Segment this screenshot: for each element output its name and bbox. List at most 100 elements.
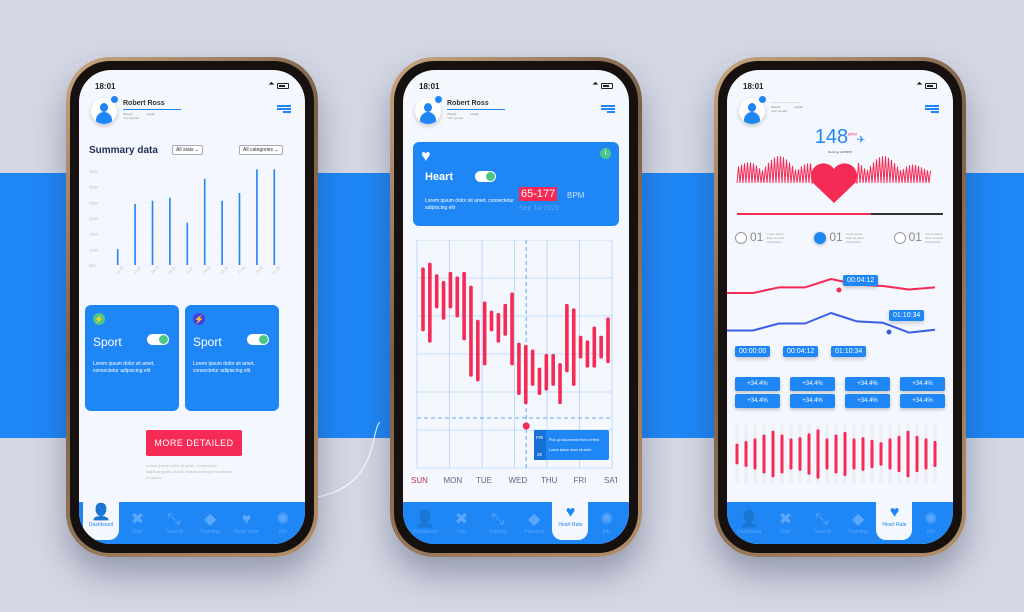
heartbeat-wave bbox=[736, 156, 931, 203]
option-1[interactable]: 01 Lorem ipsum dolor sit amet consectetur bbox=[814, 230, 865, 244]
progress-fill bbox=[737, 213, 871, 215]
bar bbox=[203, 178, 206, 265]
nav-item-info[interactable]: ✺ Info bbox=[265, 511, 301, 535]
nav-item-dashboard[interactable]: 👤 Dashboard bbox=[83, 492, 120, 540]
notification-badge bbox=[435, 96, 442, 103]
sport-card-2[interactable]: ⚡ Sport Lorem ipsum dolor sit amet, cons… bbox=[185, 305, 279, 411]
gender-label: Your gender bbox=[123, 116, 140, 120]
nav-item-planning[interactable]: ◆ Planning bbox=[516, 511, 552, 535]
bpm-unit: BPM bbox=[567, 191, 585, 200]
lightning-icon: ⚡ bbox=[193, 313, 205, 325]
option-desc: Lorem ipsum dolor sit amet consectetur bbox=[924, 232, 943, 244]
candle-bar bbox=[592, 326, 597, 368]
x-tick-label: 01.05 bbox=[220, 265, 229, 274]
percent-badge[interactable]: +34.4% bbox=[735, 394, 780, 408]
nav-item-diet[interactable]: ✖ Diet bbox=[119, 511, 155, 535]
nav-item-training[interactable]: ⤡ Training bbox=[156, 511, 192, 535]
cutlery-icon: ✖ bbox=[454, 511, 469, 528]
nav-item-heart-rate[interactable]: ♥ Heart Rate bbox=[228, 511, 264, 535]
percent-badge[interactable]: +34.4% bbox=[845, 377, 890, 391]
heart-rate-chart: FRI 26 Pick up documents from a friend Lore… bbox=[411, 240, 617, 485]
candle-bar bbox=[517, 342, 521, 396]
profile-header[interactable]: Robert Ross Weight Height Your gender bbox=[91, 96, 181, 124]
option-desc: Lorem ipsum dolor sit amet consectetur bbox=[845, 232, 864, 244]
bar bbox=[273, 169, 276, 265]
percent-badge[interactable]: +34.4% bbox=[900, 394, 945, 408]
sport-toggle[interactable] bbox=[147, 334, 169, 345]
eq-bar bbox=[789, 438, 793, 470]
heart-icon: ♥ bbox=[889, 504, 900, 521]
nav-label: Heart Rate bbox=[882, 522, 907, 528]
radio-button[interactable] bbox=[735, 232, 747, 244]
nav-label: Diet bbox=[133, 529, 142, 535]
nav-item-heart-rate[interactable]: ♥ Heart Rate bbox=[552, 492, 589, 540]
heart-title: Heart bbox=[425, 171, 454, 183]
bottom-nav: 👤 Dashboard ✖ Diet ⤡ Training ◆ Planning ♥ Heart … bbox=[79, 492, 305, 544]
percent-badge[interactable]: +34.4% bbox=[735, 377, 780, 391]
heart-screen: 18:01 Robert Ross Weight Height Your gender… bbox=[403, 70, 629, 544]
eq-bar bbox=[879, 442, 883, 466]
eq-bar bbox=[843, 431, 847, 477]
candle-bar bbox=[565, 303, 569, 373]
eq-bar bbox=[852, 438, 856, 470]
card-desc: Lorem ipsum dolor sit amet, consectetur … bbox=[93, 361, 155, 374]
bar bbox=[238, 192, 241, 265]
nav-label: Dashboard bbox=[412, 529, 438, 535]
x-tick-label: 11.05 bbox=[237, 266, 246, 275]
nav-item-training[interactable]: ⤡ Training bbox=[804, 511, 840, 535]
heart-toggle[interactable] bbox=[475, 171, 496, 182]
info-icon[interactable]: i bbox=[600, 148, 611, 159]
option-2[interactable]: 01 Lorem ipsum dolor sit amet consectetur bbox=[893, 230, 945, 244]
percent-badge[interactable]: +34.4% bbox=[790, 394, 835, 408]
sport-toggle[interactable] bbox=[247, 334, 269, 345]
nav-item-planning[interactable]: ◆ Planning bbox=[840, 511, 876, 535]
nav-label: Training bbox=[164, 529, 183, 535]
eq-bar bbox=[825, 438, 829, 470]
time-tag[interactable]: 00:00:00 bbox=[735, 346, 771, 357]
phone-heart: 18:01 Robert Ross Weight Height Your gender… bbox=[390, 57, 642, 557]
nav-label: Info bbox=[278, 529, 287, 535]
nav-item-info[interactable]: ✺ Info bbox=[913, 511, 949, 535]
radio-button[interactable] bbox=[893, 232, 906, 244]
user-icon: 👤 bbox=[739, 511, 760, 528]
runner-icon: ✈ bbox=[856, 135, 866, 146]
nav-item-training[interactable]: ⤡ Training bbox=[480, 511, 516, 535]
equalizer-chart bbox=[735, 425, 937, 483]
nav-item-dashboard[interactable]: 👤 Dashboard bbox=[731, 511, 767, 535]
candle-bar bbox=[448, 271, 453, 309]
time-tag[interactable]: 00:04:12 bbox=[783, 346, 819, 357]
status-time: 18:01 bbox=[743, 81, 764, 91]
x-tick-label: 01.06 bbox=[272, 265, 281, 274]
option-0[interactable]: 01 Lorem ipsum dolor sit amet consectetur bbox=[735, 230, 786, 244]
day-label: SUN bbox=[411, 476, 428, 485]
gender-label: Your gender bbox=[447, 116, 464, 120]
bar bbox=[256, 169, 258, 265]
notepad-icon: ◆ bbox=[203, 511, 217, 528]
profile-header[interactable]: Robert Ross Weight Height Your gender bbox=[415, 96, 505, 124]
time-tag[interactable]: 01:10:34 bbox=[831, 346, 867, 357]
profile-header[interactable]: Weight Height Your gender bbox=[739, 96, 803, 124]
more-detailed-button[interactable]: MORE DETAILED bbox=[146, 430, 242, 456]
x-tick-label: 20.03 bbox=[150, 265, 159, 274]
menu-icon[interactable] bbox=[277, 105, 291, 114]
nav-item-dashboard[interactable]: 👤 Dashboard bbox=[407, 511, 443, 535]
percent-badge[interactable]: +34.4% bbox=[900, 377, 945, 391]
nav-item-heart-rate[interactable]: ♥ Heart Rate bbox=[876, 492, 913, 540]
eq-bar bbox=[753, 438, 757, 470]
categories-select[interactable]: All categories ⌄ bbox=[239, 145, 283, 155]
heart-card[interactable]: ♥ i Heart Lorem ipsum dolor sit amet, co… bbox=[413, 142, 619, 226]
percent-badge[interactable]: +34.4% bbox=[790, 377, 835, 391]
y-tick-label: 2000 bbox=[89, 216, 99, 221]
big-heart-icon bbox=[810, 163, 858, 203]
day-label: FRI bbox=[574, 476, 587, 485]
nav-item-planning[interactable]: ◆ Planning bbox=[192, 511, 228, 535]
menu-icon[interactable] bbox=[601, 105, 615, 114]
radio-button[interactable] bbox=[814, 232, 827, 244]
menu-icon[interactable] bbox=[925, 105, 939, 114]
nav-item-diet[interactable]: ✖ Diet bbox=[443, 511, 479, 535]
sport-card-1[interactable]: ⚡ Sport Lorem ipsum dolor sit amet, cons… bbox=[85, 305, 179, 411]
nav-item-diet[interactable]: ✖ Diet bbox=[767, 511, 803, 535]
nav-item-info[interactable]: ✺ Info bbox=[589, 511, 625, 535]
stats-select[interactable]: All stats ⌄ bbox=[172, 145, 204, 155]
percent-badge[interactable]: +34.4% bbox=[845, 394, 890, 408]
